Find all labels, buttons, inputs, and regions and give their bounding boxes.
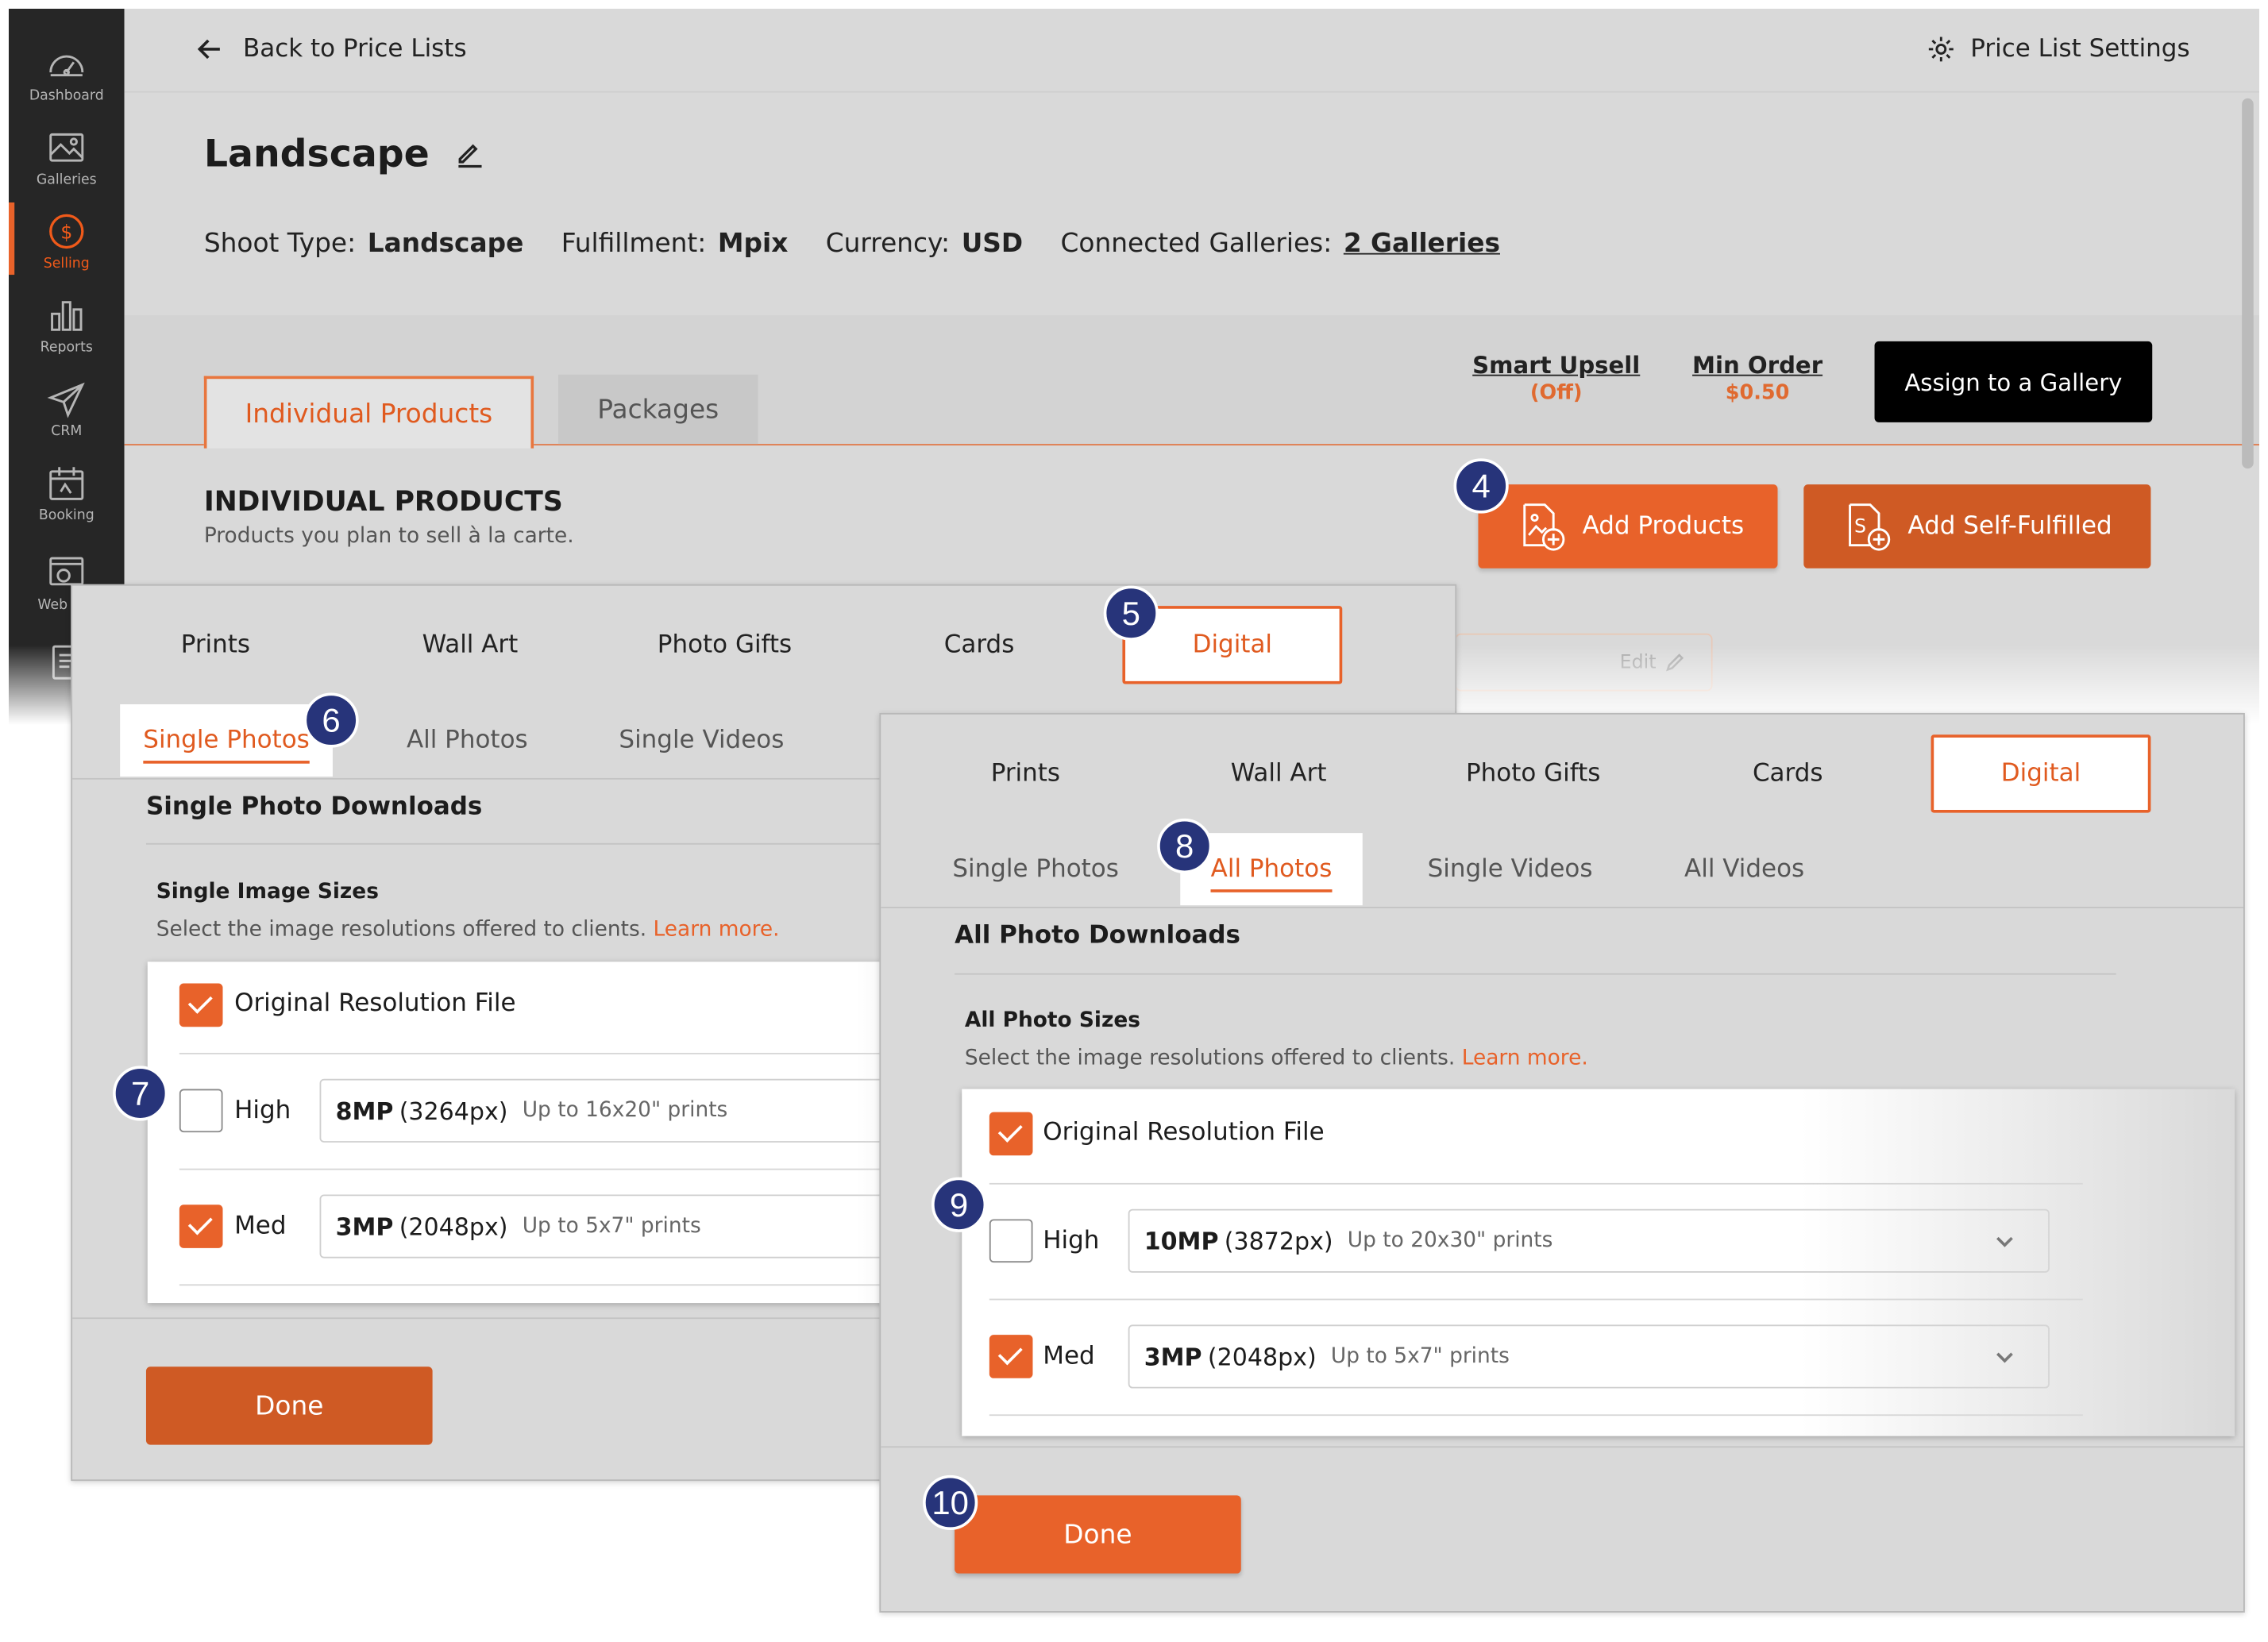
svg-text:$: $	[60, 222, 72, 244]
add-self-fulfilled-icon: S	[1849, 503, 1891, 551]
footer-divider	[881, 1446, 2243, 1448]
step-badge-4: 4	[1453, 458, 1509, 514]
top-bar: Back to Price Lists Price List Settings	[124, 9, 2260, 93]
tab-prints[interactable]: Prints	[130, 630, 301, 659]
high-checkbox[interactable]	[179, 1089, 223, 1133]
sidebar-item-reports[interactable]: Reports	[9, 287, 125, 368]
subtab-all-videos[interactable]: All Videos	[1664, 833, 1823, 905]
sizes-title: Single Image Sizes	[156, 881, 379, 904]
min-order-value: $0.50	[1725, 381, 1790, 405]
downloads-title: All Photo Downloads	[955, 921, 1240, 950]
sidebar-item-crm[interactable]: CRM	[9, 370, 125, 451]
arrow-left-icon	[197, 39, 220, 60]
subtab-single-videos[interactable]: Single Videos	[608, 704, 796, 777]
add-image-icon	[1523, 503, 1565, 551]
dollar-icon: $	[49, 214, 84, 249]
gauge-icon	[49, 55, 84, 77]
med-label: Med	[1043, 1342, 1095, 1371]
high-label: High	[234, 1096, 291, 1126]
sidebar-item-dashboard[interactable]: Dashboard	[9, 35, 125, 116]
pencil-icon	[1666, 653, 1684, 672]
add-self-fulfilled-button[interactable]: S Add Self-Fulfilled	[1803, 484, 2151, 569]
digital-subtabs: Single Photos All Photos Single Videos A…	[881, 833, 2243, 908]
back-to-price-lists-link[interactable]: Back to Price Lists	[197, 35, 467, 64]
step-badge-5: 5	[1103, 585, 1159, 641]
section-heading: INDIVIDUAL PRODUCTS	[203, 485, 563, 518]
subtab-single-videos[interactable]: Single Videos	[1414, 833, 1607, 905]
step-badge-10: 10	[923, 1474, 978, 1531]
tab-photo-gifts[interactable]: Photo Gifts	[1448, 759, 1618, 788]
subtab-single-photos[interactable]: Single Photos	[120, 704, 333, 777]
step-badge-6: 6	[303, 692, 359, 748]
calendar-icon	[49, 467, 84, 500]
tab-photo-gifts[interactable]: Photo Gifts	[639, 630, 810, 659]
original-resolution-label: Original Resolution File	[234, 989, 516, 1019]
sidebar-item-galleries[interactable]: Galleries	[9, 118, 125, 199]
step-badge-9: 9	[931, 1177, 987, 1232]
resolution-card: Original Resolution File High 10MP (3872p…	[962, 1089, 2235, 1436]
price-list-settings-button[interactable]: Price List Settings	[1927, 35, 2190, 64]
scrollbar[interactable]	[2242, 98, 2254, 469]
fade-overlay	[1800, 1089, 2235, 1436]
svg-text:S: S	[1854, 515, 1866, 537]
original-resolution-checkbox[interactable]	[989, 1112, 1033, 1156]
sizes-subtitle: Select the image resolutions offered to …	[156, 918, 780, 942]
pencil-icon[interactable]	[456, 141, 484, 169]
assign-to-gallery-button[interactable]: Assign to a Gallery	[1874, 341, 2153, 422]
tab-individual-products[interactable]: Individual Products	[203, 376, 534, 449]
tab-wall-art[interactable]: Wall Art	[1194, 759, 1364, 788]
smart-upsell-link[interactable]: Smart Upsell (Off)	[1472, 352, 1640, 405]
edit-button[interactable]: Edit	[1455, 633, 1713, 692]
original-resolution-checkbox[interactable]	[179, 983, 223, 1027]
med-label: Med	[234, 1212, 287, 1241]
subtab-all-photos[interactable]: All Photos	[373, 704, 561, 777]
digital-all-photos-panel: Prints Wall Art Photo Gifts Cards Digita…	[879, 712, 2245, 1613]
add-products-button[interactable]: Add Products	[1478, 484, 1778, 569]
med-checkbox[interactable]	[989, 1335, 1033, 1378]
tab-cards[interactable]: Cards	[1703, 759, 1873, 788]
bar-chart-icon	[51, 301, 83, 331]
connected-galleries: Connected Galleries: 2 Galleries	[1060, 228, 1500, 260]
tab-digital[interactable]: Digital	[1930, 734, 2151, 813]
tab-packages[interactable]: Packages	[558, 374, 758, 445]
high-checkbox[interactable]	[989, 1219, 1033, 1263]
step-badge-8: 8	[1157, 818, 1213, 874]
done-button[interactable]: Done	[145, 1366, 433, 1445]
downloads-title: Single Photo Downloads	[145, 792, 483, 822]
subtab-single-photos[interactable]: Single Photos	[939, 833, 1132, 905]
page-title: Landscape	[204, 133, 484, 176]
tab-wall-art[interactable]: Wall Art	[384, 630, 555, 659]
sidebar-item-booking[interactable]: Booking	[9, 454, 125, 535]
sizes-title: All Photo Sizes	[964, 1009, 1140, 1033]
smart-upsell-status: (Off)	[1529, 381, 1583, 405]
shoot-type: Shoot Type: Landscape	[203, 228, 524, 260]
gear-icon	[1929, 37, 1954, 62]
divider	[955, 973, 2116, 975]
sizes-subtitle: Select the image resolutions offered to …	[964, 1046, 1588, 1070]
learn-more-link[interactable]: Learn more.	[1462, 1047, 1588, 1070]
learn-more-link[interactable]: Learn more.	[654, 919, 780, 942]
divider	[145, 842, 956, 845]
section-subtitle: Products you plan to sell à la carte.	[203, 525, 574, 549]
step-badge-7: 7	[113, 1066, 168, 1121]
done-button[interactable]: Done	[955, 1495, 1241, 1574]
min-order-link[interactable]: Min Order $0.50	[1692, 352, 1822, 405]
original-resolution-label: Original Resolution File	[1043, 1117, 1325, 1147]
paper-plane-icon	[47, 382, 85, 418]
settings-label: Price List Settings	[1970, 34, 2190, 64]
back-link-label: Back to Price Lists	[242, 34, 467, 64]
sidebar-item-selling[interactable]: $ Selling	[8, 202, 125, 283]
tab-cards[interactable]: Cards	[894, 630, 1065, 659]
price-list-meta: Shoot Type: Landscape Fulfillment: Mpix Cu…	[204, 229, 1500, 259]
fulfillment: Fulfillment: Mpix	[561, 228, 789, 260]
product-category-tabs: Prints Wall Art Photo Gifts Cards Digita…	[72, 586, 1455, 704]
product-category-tabs: Prints Wall Art Photo Gifts Cards Digita…	[881, 715, 2243, 833]
currency: Currency: USD	[825, 228, 1024, 260]
tab-prints[interactable]: Prints	[940, 759, 1111, 788]
high-label: High	[1043, 1226, 1100, 1255]
image-icon	[49, 133, 84, 162]
connected-galleries-link[interactable]: 2 Galleries	[1344, 229, 1500, 259]
med-checkbox[interactable]	[179, 1205, 223, 1248]
